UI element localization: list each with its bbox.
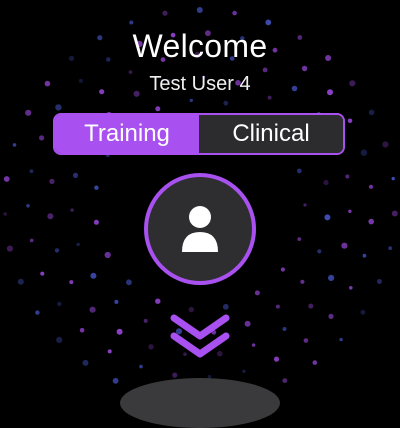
background-dot — [148, 344, 154, 350]
background-dot — [3, 176, 10, 182]
background-dot — [90, 272, 97, 279]
bottom-edge-handle — [120, 378, 280, 428]
background-dot — [345, 174, 350, 179]
background-dot — [360, 149, 368, 156]
background-dot — [347, 118, 353, 124]
background-dot — [12, 143, 17, 147]
double-chevron-down-icon[interactable] — [170, 314, 230, 360]
background-dot — [35, 310, 40, 315]
background-dot — [362, 253, 367, 258]
background-dot — [324, 214, 331, 221]
background-dot — [328, 313, 334, 319]
background-dot — [172, 372, 178, 378]
background-dot — [368, 218, 375, 225]
background-dot — [39, 135, 45, 141]
background-dot — [93, 219, 99, 225]
background-dot — [139, 364, 143, 369]
background-dot — [232, 10, 237, 16]
background-dot — [382, 141, 389, 148]
background-dot — [323, 179, 329, 186]
background-dot — [349, 286, 353, 290]
background-dot — [114, 299, 119, 304]
background-dot — [280, 267, 285, 272]
background-dot — [282, 327, 287, 331]
background-dot — [82, 359, 89, 366]
background-dot — [79, 327, 85, 333]
background-dot — [196, 7, 203, 13]
user-avatar-button[interactable] — [144, 173, 256, 285]
background-dot — [368, 109, 375, 116]
background-dot — [26, 204, 30, 208]
background-dot — [223, 100, 229, 106]
background-dot — [89, 306, 96, 313]
page-title: Welcome — [132, 28, 268, 64]
background-dot — [282, 378, 288, 383]
user-name: Test User 4 — [149, 73, 251, 95]
background-dot — [189, 98, 193, 103]
background-dot — [254, 290, 260, 296]
background-dot — [348, 209, 352, 213]
background-dot — [116, 328, 123, 335]
background-dot — [300, 279, 305, 284]
background-dot — [303, 338, 309, 343]
background-dot — [317, 249, 322, 254]
background-dot — [70, 208, 74, 212]
background-dot — [242, 369, 246, 373]
background-dot — [341, 242, 348, 249]
background-dot — [107, 349, 112, 354]
mode-toggle: Training Clinical — [53, 113, 345, 155]
background-dot — [69, 280, 74, 285]
background-dot — [296, 168, 302, 174]
background-dot — [40, 271, 45, 276]
background-dot — [391, 176, 395, 181]
background-dot — [129, 20, 134, 25]
background-dot — [29, 169, 34, 174]
background-dot — [312, 360, 318, 365]
background-dot — [376, 279, 382, 284]
background-dot — [275, 304, 280, 309]
background-dot — [143, 318, 148, 323]
user-icon — [182, 206, 218, 252]
background-dot — [125, 279, 132, 286]
background-dot — [55, 104, 62, 111]
background-dot — [368, 184, 374, 189]
background-dot — [267, 95, 272, 100]
background-dot — [188, 306, 194, 313]
background-dot — [339, 337, 343, 342]
background-dot — [104, 251, 111, 259]
background-dot — [265, 19, 272, 26]
background-dot — [57, 301, 62, 307]
background-dot — [29, 238, 34, 243]
background-dot — [94, 185, 99, 190]
background-dot — [391, 210, 398, 217]
background-dot — [112, 377, 119, 384]
background-dot — [3, 212, 7, 216]
background-dot — [54, 248, 60, 253]
background-dot — [388, 246, 393, 251]
background-dot — [222, 303, 229, 310]
background-dot — [273, 356, 280, 362]
clinical-tab[interactable]: Clinical — [199, 115, 343, 153]
background-dot — [297, 237, 302, 242]
background-dot — [251, 343, 256, 347]
background-dot — [360, 309, 366, 315]
background-dot — [49, 178, 55, 184]
background-dot — [76, 242, 80, 247]
background-dot — [25, 109, 32, 116]
background-dot — [56, 336, 63, 343]
background-dot — [162, 10, 168, 16]
background-dot — [328, 274, 335, 281]
background-dot — [47, 213, 54, 220]
background-dot — [262, 67, 268, 73]
background-dot — [303, 203, 307, 207]
background-dot — [155, 106, 161, 112]
background-dot — [301, 65, 308, 72]
training-tab[interactable]: Training — [55, 115, 199, 153]
background-dot — [244, 320, 251, 327]
background-dot — [308, 303, 314, 309]
background-dot — [72, 172, 79, 178]
background-dot — [155, 298, 161, 304]
background-dot — [17, 278, 24, 285]
background-dot — [6, 245, 13, 252]
